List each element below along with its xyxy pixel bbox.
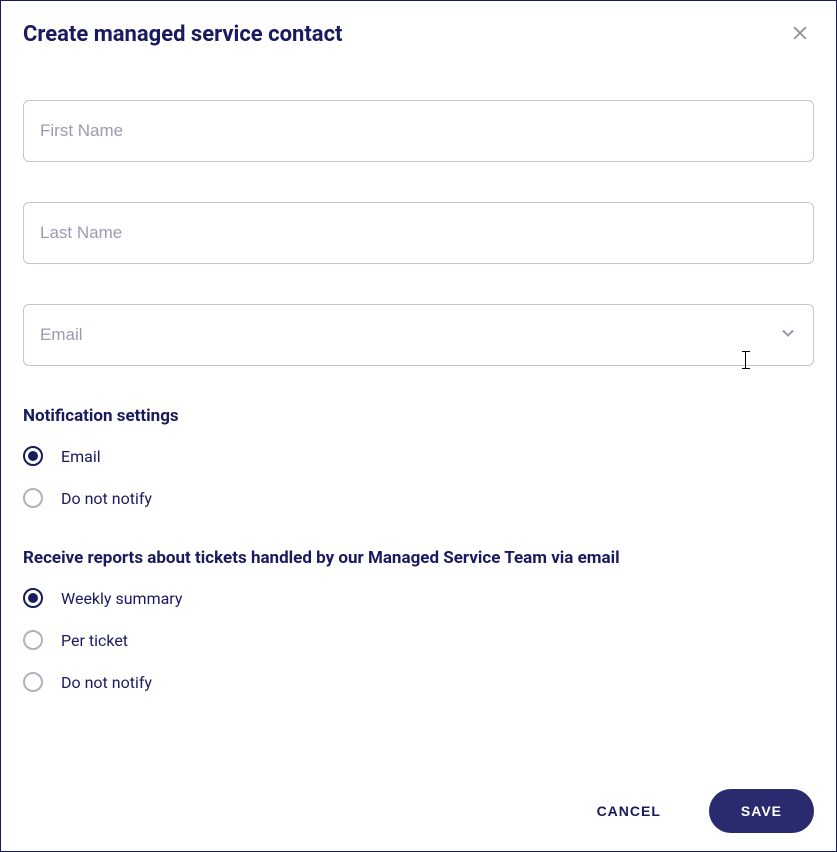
radio-selected-icon bbox=[23, 446, 43, 466]
radio-label: Do not notify bbox=[61, 673, 152, 692]
radio-unselected-icon bbox=[23, 488, 43, 508]
notification-option-email[interactable]: Email bbox=[23, 446, 814, 466]
notification-option-do-not-notify[interactable]: Do not notify bbox=[23, 488, 814, 508]
email-field-wrapper bbox=[23, 304, 814, 366]
dialog-header: Create managed service contact bbox=[1, 1, 836, 50]
radio-label: Do not notify bbox=[61, 489, 152, 508]
cancel-button[interactable]: CANCEL bbox=[589, 791, 669, 831]
radio-unselected-icon bbox=[23, 672, 43, 692]
reports-radio-group: Weekly summary Per ticket Do not notify bbox=[23, 588, 814, 692]
reports-settings-heading: Receive reports about tickets handled by… bbox=[23, 548, 814, 568]
first-name-field-wrapper bbox=[23, 100, 814, 162]
radio-label: Per ticket bbox=[61, 631, 128, 650]
dialog-footer: CANCEL SAVE bbox=[589, 789, 814, 833]
email-input[interactable] bbox=[23, 304, 814, 366]
notification-radio-group: Email Do not notify bbox=[23, 446, 814, 508]
last-name-input[interactable] bbox=[23, 202, 814, 264]
radio-selected-icon bbox=[23, 588, 43, 608]
reports-option-weekly[interactable]: Weekly summary bbox=[23, 588, 814, 608]
last-name-field-wrapper bbox=[23, 202, 814, 264]
dialog-title: Create managed service contact bbox=[23, 22, 342, 47]
dialog-body: Notification settings Email Do not notif… bbox=[1, 50, 836, 692]
radio-label: Weekly summary bbox=[61, 589, 182, 608]
create-contact-dialog: Create managed service contact bbox=[0, 0, 837, 852]
close-icon bbox=[790, 23, 810, 46]
first-name-input[interactable] bbox=[23, 100, 814, 162]
save-button[interactable]: SAVE bbox=[709, 789, 814, 833]
close-button[interactable] bbox=[786, 19, 814, 50]
reports-option-do-not-notify[interactable]: Do not notify bbox=[23, 672, 814, 692]
radio-unselected-icon bbox=[23, 630, 43, 650]
notification-settings-heading: Notification settings bbox=[23, 406, 814, 426]
radio-label: Email bbox=[61, 447, 101, 466]
reports-option-per-ticket[interactable]: Per ticket bbox=[23, 630, 814, 650]
